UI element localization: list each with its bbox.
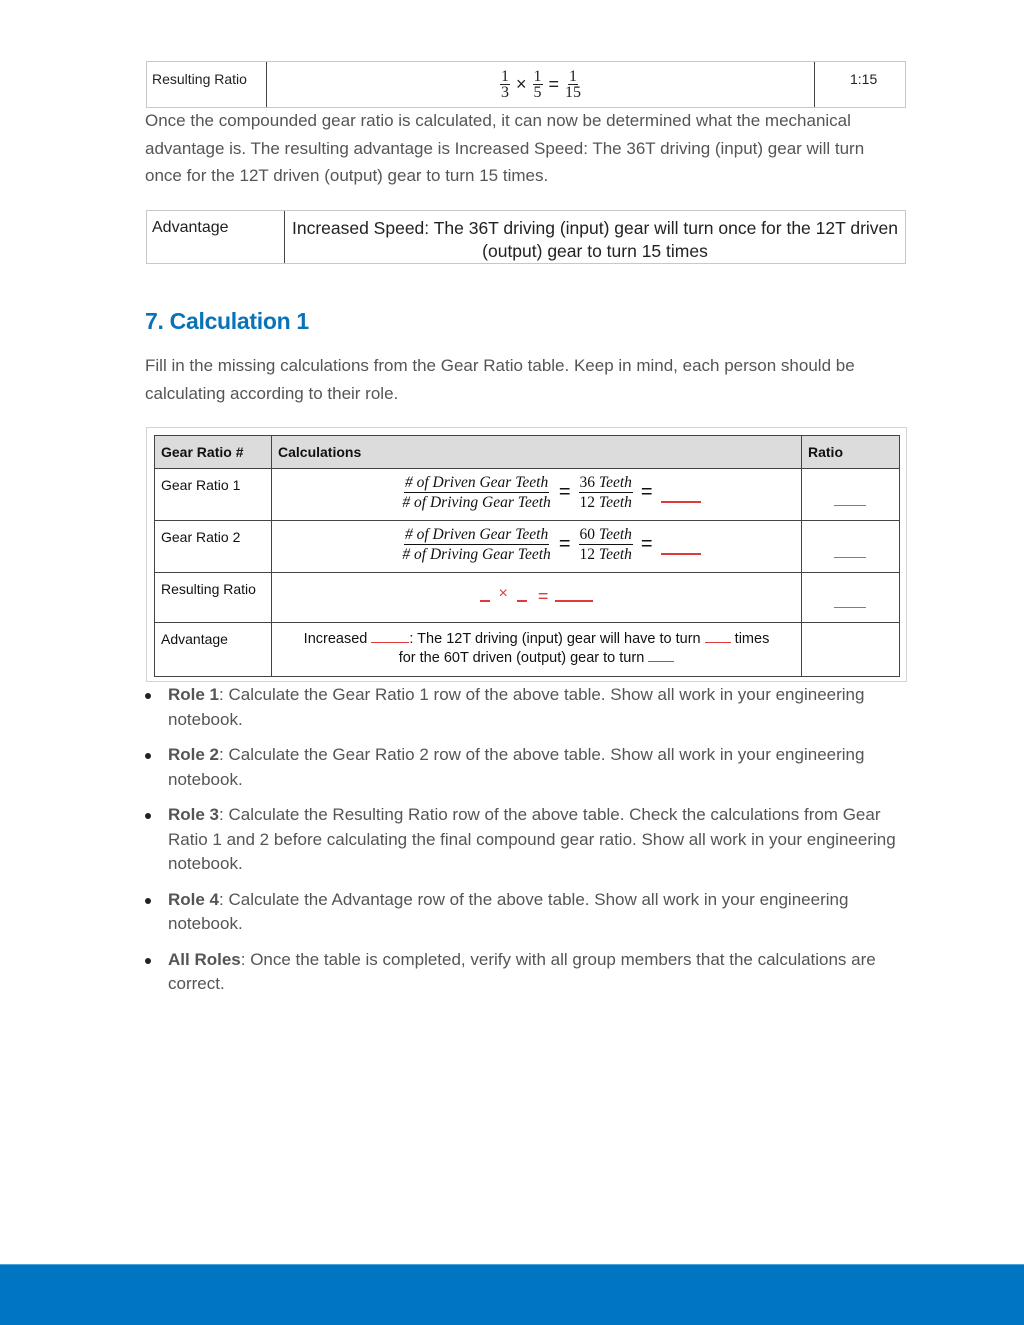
calculation-cell: # of Driven Gear Teeth # of Driving Gear… [271, 520, 802, 573]
equals-sign: = [548, 74, 560, 94]
advantage-cell: Increased : The 12T driving (input) gear… [271, 622, 802, 677]
row-label: Resulting Ratio [154, 572, 272, 623]
row-label: Advantage [154, 622, 272, 677]
fraction-2: 1 5 [532, 68, 543, 101]
advantage-label: Advantage [147, 211, 285, 263]
resulting-ratio-equation: 1 3 × 1 5 = 1 15 [267, 62, 815, 107]
calculation-cell: # of Driven Gear Teeth # of Driving Gear… [271, 468, 802, 521]
ratio-cell [801, 572, 900, 623]
resulting-ratio-label: Resulting Ratio [147, 62, 267, 107]
table-row: Gear Ratio 2 # of Driven Gear Teeth # of… [154, 520, 900, 573]
blank-advantage-type[interactable] [371, 631, 410, 643]
table-header-row: Gear Ratio # Calculations Ratio [154, 435, 900, 469]
blank-turns-input[interactable] [704, 631, 731, 643]
advantage-text: Increased Speed: The 36T driving (input)… [291, 218, 899, 261]
ratio-blank[interactable] [834, 557, 866, 558]
resulting-ratio-table: Resulting Ratio 1 3 × 1 5 = 1 15 1:15 [146, 61, 906, 108]
row-label: Gear Ratio 2 [154, 520, 272, 573]
header-gear-ratio: Gear Ratio # [154, 435, 272, 469]
calculation-table: Gear Ratio # Calculations Ratio Gear Rat… [154, 435, 900, 677]
list-item: All Roles: Once the table is completed, … [145, 948, 905, 997]
equals-sign: = [558, 533, 571, 555]
formula-fraction: # of Driven Gear Teeth # of Driving Gear… [402, 526, 551, 563]
intro-paragraph: Once the compounded gear ratio is calcul… [145, 111, 865, 185]
blank-result[interactable] [555, 592, 594, 602]
answer-blank[interactable] [660, 493, 701, 503]
blank-turns-output[interactable] [648, 650, 675, 662]
fraction-result: 1 15 [565, 68, 582, 101]
blank-2[interactable] [516, 592, 527, 602]
list-item: Role 3: Calculate the Resulting Ratio ro… [145, 803, 905, 877]
fraction-1: 1 3 [499, 68, 510, 101]
section-instruction: Fill in the missing calculations from th… [145, 356, 855, 403]
equals-sign: = [640, 481, 653, 503]
ratio-cell [801, 468, 900, 521]
section-heading: 7. Calculation 1 [145, 308, 309, 334]
equals-sign: = [537, 586, 549, 606]
calculation-cell: × = [271, 572, 802, 623]
equals-sign: = [558, 481, 571, 503]
answer-blank[interactable] [660, 545, 701, 555]
list-item: Role 1: Calculate the Gear Ratio 1 row o… [145, 683, 905, 732]
value-fraction: 60 Teeth 12 Teeth [578, 526, 633, 563]
table-row: Advantage Increased : The 12T driving (i… [154, 622, 900, 677]
formula-fraction: # of Driven Gear Teeth # of Driving Gear… [402, 474, 551, 511]
calculation-table-frame: Gear Ratio # Calculations Ratio Gear Rat… [146, 427, 907, 682]
roles-list: Role 1: Calculate the Gear Ratio 1 row o… [145, 683, 905, 1008]
list-item: Role 4: Calculate the Advantage row of t… [145, 888, 905, 937]
resulting-equation: × = [278, 581, 795, 607]
equals-sign: = [640, 533, 653, 555]
advantage-sentence: Increased : The 12T driving (input) gear… [303, 631, 770, 666]
advantage-table: Advantage Increased Speed: The 36T drivi… [146, 210, 906, 264]
times-sign: × [498, 585, 508, 602]
row-label: Gear Ratio 1 [154, 468, 272, 521]
footer-bar [0, 1264, 1024, 1325]
ratio-cell [801, 622, 900, 677]
blank-1[interactable] [479, 592, 490, 602]
header-calculations: Calculations [271, 435, 802, 469]
table-row: Gear Ratio 1 # of Driven Gear Teeth # of… [154, 468, 900, 521]
ratio-blank[interactable] [834, 607, 866, 608]
ratio-cell [801, 520, 900, 573]
resulting-ratio-value: 1:15 [850, 71, 878, 87]
times-sign: × [515, 74, 527, 94]
value-fraction: 36 Teeth 12 Teeth [578, 474, 633, 511]
list-item: Role 2: Calculate the Gear Ratio 2 row o… [145, 743, 905, 792]
header-ratio: Ratio [801, 435, 900, 469]
ratio-blank[interactable] [834, 505, 866, 506]
table-row: Resulting Ratio × = [154, 572, 900, 623]
